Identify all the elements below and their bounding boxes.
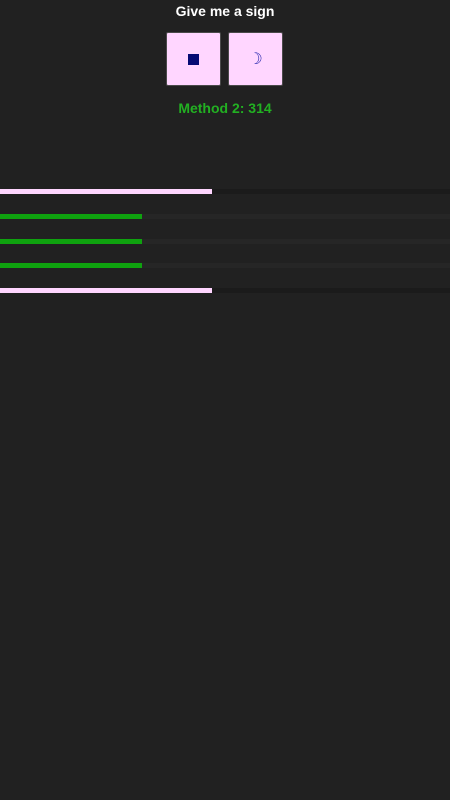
square-button[interactable] bbox=[166, 32, 221, 86]
progress-fill-5 bbox=[0, 288, 212, 293]
screen: Give me a sign ☽ Method 2: 314 bbox=[0, 0, 450, 800]
method-label: Method 2: 314 bbox=[178, 100, 272, 116]
progress-fill-3 bbox=[0, 239, 143, 244]
progress-fill-2 bbox=[0, 214, 143, 219]
progress-track-2 bbox=[0, 214, 450, 219]
sign-buttons: ☽ bbox=[166, 32, 284, 86]
progress-fill-4 bbox=[0, 263, 143, 268]
progress-track-3 bbox=[0, 239, 450, 244]
progress-track-4 bbox=[0, 263, 450, 268]
crescent-moon-icon: ☽ bbox=[248, 49, 263, 68]
progress-track-1 bbox=[0, 189, 450, 194]
progress-fill-1 bbox=[0, 189, 212, 194]
square-icon bbox=[188, 53, 199, 65]
progress-track-5 bbox=[0, 288, 450, 293]
page-title: Give me a sign bbox=[175, 3, 275, 19]
crescent-moon-button[interactable]: ☽ bbox=[228, 32, 283, 86]
